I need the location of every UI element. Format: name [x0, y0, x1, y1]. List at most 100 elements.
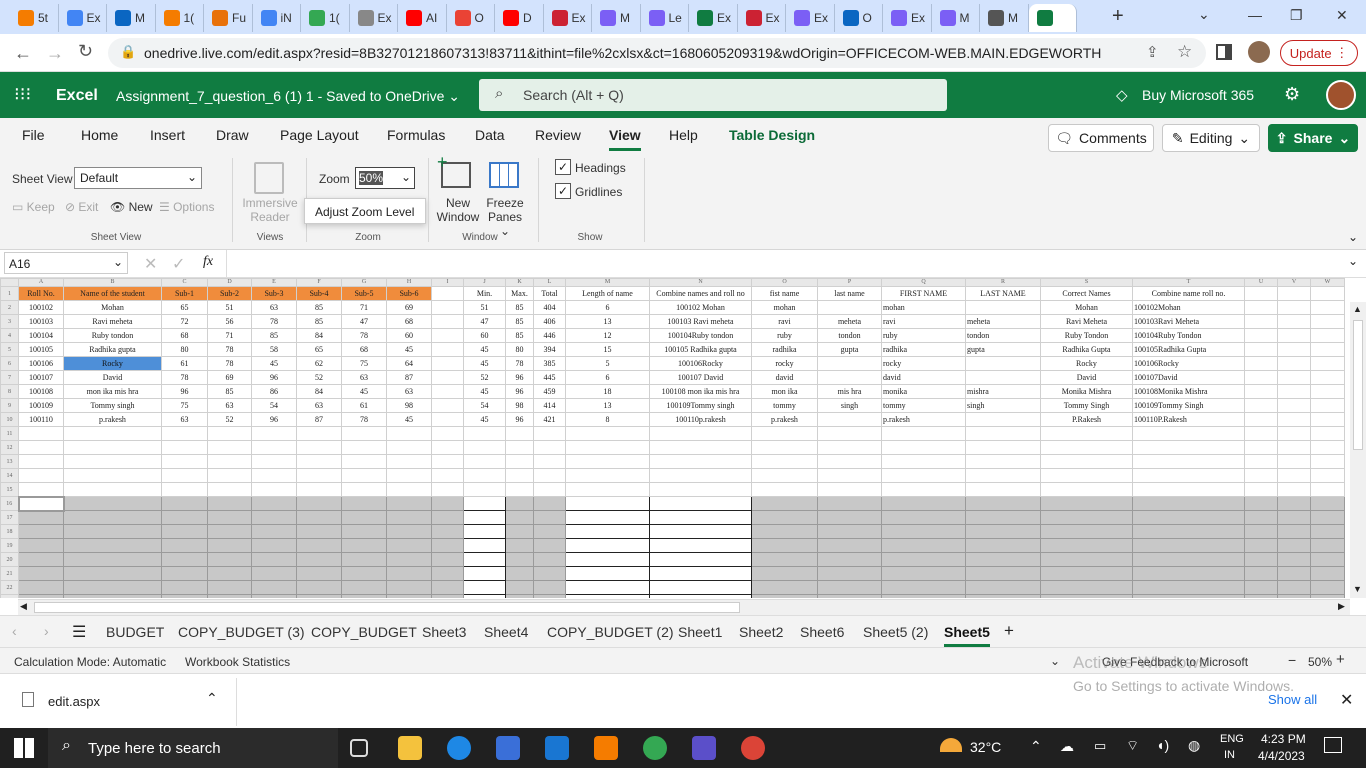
browser-tab[interactable]: O [447, 4, 495, 32]
table-cell[interactable]: p.rakesh [751, 412, 818, 427]
table-cell[interactable]: 100105 Radhika gupta [649, 342, 752, 357]
temperature[interactable]: 32°C [970, 739, 1001, 755]
table-cell[interactable] [431, 454, 464, 469]
table-cell[interactable]: 45 [463, 384, 506, 399]
table-cell[interactable]: 394 [533, 342, 566, 357]
table-cell[interactable]: 45 [463, 342, 506, 357]
table-cell[interactable]: 69 [386, 300, 432, 315]
column-header[interactable]: P [817, 278, 882, 287]
table-cell[interactable] [533, 440, 566, 455]
table-cell[interactable] [296, 580, 342, 595]
table-cell[interactable]: mon ika mis hra [63, 384, 162, 399]
browser-tab[interactable]: Ex [786, 4, 835, 32]
tab-page-layout[interactable]: Page Layout [280, 127, 359, 143]
header-cell[interactable]: Sub-3 [251, 286, 297, 301]
zoom-out-icon[interactable]: − [1288, 652, 1296, 668]
update-button[interactable]: Update ⋮ [1280, 40, 1358, 66]
table-cell[interactable]: 63 [251, 300, 297, 315]
table-cell[interactable] [63, 510, 162, 525]
sheet-tab-sheet3[interactable]: Sheet3 [422, 624, 466, 640]
table-cell[interactable] [1244, 370, 1278, 385]
table-cell[interactable] [1277, 384, 1311, 399]
table-cell[interactable] [533, 538, 566, 553]
browser-tab[interactable] [1028, 4, 1077, 32]
share-button[interactable]: ⇪ Share ⌄ [1268, 124, 1358, 152]
table-cell[interactable] [207, 538, 252, 553]
table-cell[interactable] [1132, 566, 1245, 581]
table-cell[interactable]: 15 [565, 342, 650, 357]
table-cell[interactable] [1244, 496, 1278, 511]
table-cell[interactable] [161, 426, 208, 441]
table-cell[interactable]: 45 [341, 384, 387, 399]
table-cell[interactable] [251, 496, 297, 511]
edge-icon[interactable] [447, 736, 471, 760]
wifi-icon[interactable]: ⌔ [1126, 737, 1139, 755]
table-cell[interactable] [431, 524, 464, 539]
sheet-tab-sheet4[interactable]: Sheet4 [484, 624, 528, 640]
table-cell[interactable] [965, 594, 1041, 598]
header-cell[interactable]: Sub-6 [386, 286, 432, 301]
profile-avatar[interactable] [1248, 41, 1270, 63]
table-cell[interactable]: 12 [565, 328, 650, 343]
column-header[interactable]: W [1310, 278, 1345, 287]
table-cell[interactable] [18, 510, 64, 525]
table-cell[interactable] [751, 594, 818, 598]
table-cell[interactable] [965, 370, 1041, 385]
table-cell[interactable]: 85 [296, 314, 342, 329]
column-header[interactable]: V [1277, 278, 1311, 287]
next-sheet-icon[interactable]: › [44, 623, 49, 639]
table-cell[interactable] [386, 524, 432, 539]
table-cell[interactable]: ravi [881, 314, 966, 329]
table-cell[interactable]: 404 [533, 300, 566, 315]
table-cell[interactable] [751, 538, 818, 553]
browser-tab[interactable]: M [592, 4, 641, 32]
table-cell[interactable] [751, 468, 818, 483]
table-cell[interactable]: 385 [533, 356, 566, 371]
table-cell[interactable]: 45 [386, 342, 432, 357]
table-cell[interactable]: 47 [463, 314, 506, 329]
table-cell[interactable]: 406 [533, 314, 566, 329]
table-cell[interactable] [251, 524, 297, 539]
table-cell[interactable]: mis hra [817, 384, 882, 399]
table-cell[interactable] [296, 426, 342, 441]
table-cell[interactable] [751, 440, 818, 455]
table-cell[interactable] [965, 468, 1041, 483]
table-cell[interactable] [1310, 370, 1345, 385]
table-cell[interactable] [161, 552, 208, 567]
scroll-down-icon[interactable]: ▼ [1353, 584, 1362, 594]
row-header[interactable]: 3 [0, 314, 19, 329]
table-cell[interactable] [1244, 538, 1278, 553]
table-cell[interactable] [341, 496, 387, 511]
header-cell[interactable]: last name [817, 286, 882, 301]
table-cell[interactable] [965, 538, 1041, 553]
table-cell[interactable] [18, 482, 64, 497]
table-cell[interactable] [18, 426, 64, 441]
table-cell[interactable]: 68 [341, 342, 387, 357]
table-cell[interactable]: 98 [505, 398, 534, 413]
row-header[interactable]: 5 [0, 342, 19, 357]
table-cell[interactable] [1040, 538, 1133, 553]
table-cell[interactable] [965, 552, 1041, 567]
table-cell[interactable] [1132, 510, 1245, 525]
table-cell[interactable] [965, 454, 1041, 469]
table-cell[interactable] [1040, 482, 1133, 497]
table-cell[interactable] [251, 538, 297, 553]
browser-tab[interactable]: Ex [544, 4, 592, 32]
column-header[interactable]: J [463, 278, 506, 287]
prev-sheet-icon[interactable]: ‹ [12, 623, 17, 639]
table-cell[interactable] [341, 482, 387, 497]
table-cell[interactable]: 5 [565, 356, 650, 371]
table-cell[interactable] [1244, 468, 1278, 483]
table-cell[interactable]: 51 [463, 300, 506, 315]
table-cell[interactable] [1244, 314, 1278, 329]
table-cell[interactable]: 65 [161, 300, 208, 315]
scroll-up-icon[interactable]: ▲ [1353, 304, 1362, 314]
sheet-tab-sheet1[interactable]: Sheet1 [678, 624, 722, 640]
table-cell[interactable]: 100105 [18, 342, 64, 357]
table-cell[interactable] [1244, 552, 1278, 567]
row-header[interactable]: 20 [0, 552, 19, 567]
table-cell[interactable]: 78 [251, 314, 297, 329]
table-cell[interactable] [505, 440, 534, 455]
column-header[interactable]: C [161, 278, 208, 287]
column-header[interactable]: Q [881, 278, 966, 287]
